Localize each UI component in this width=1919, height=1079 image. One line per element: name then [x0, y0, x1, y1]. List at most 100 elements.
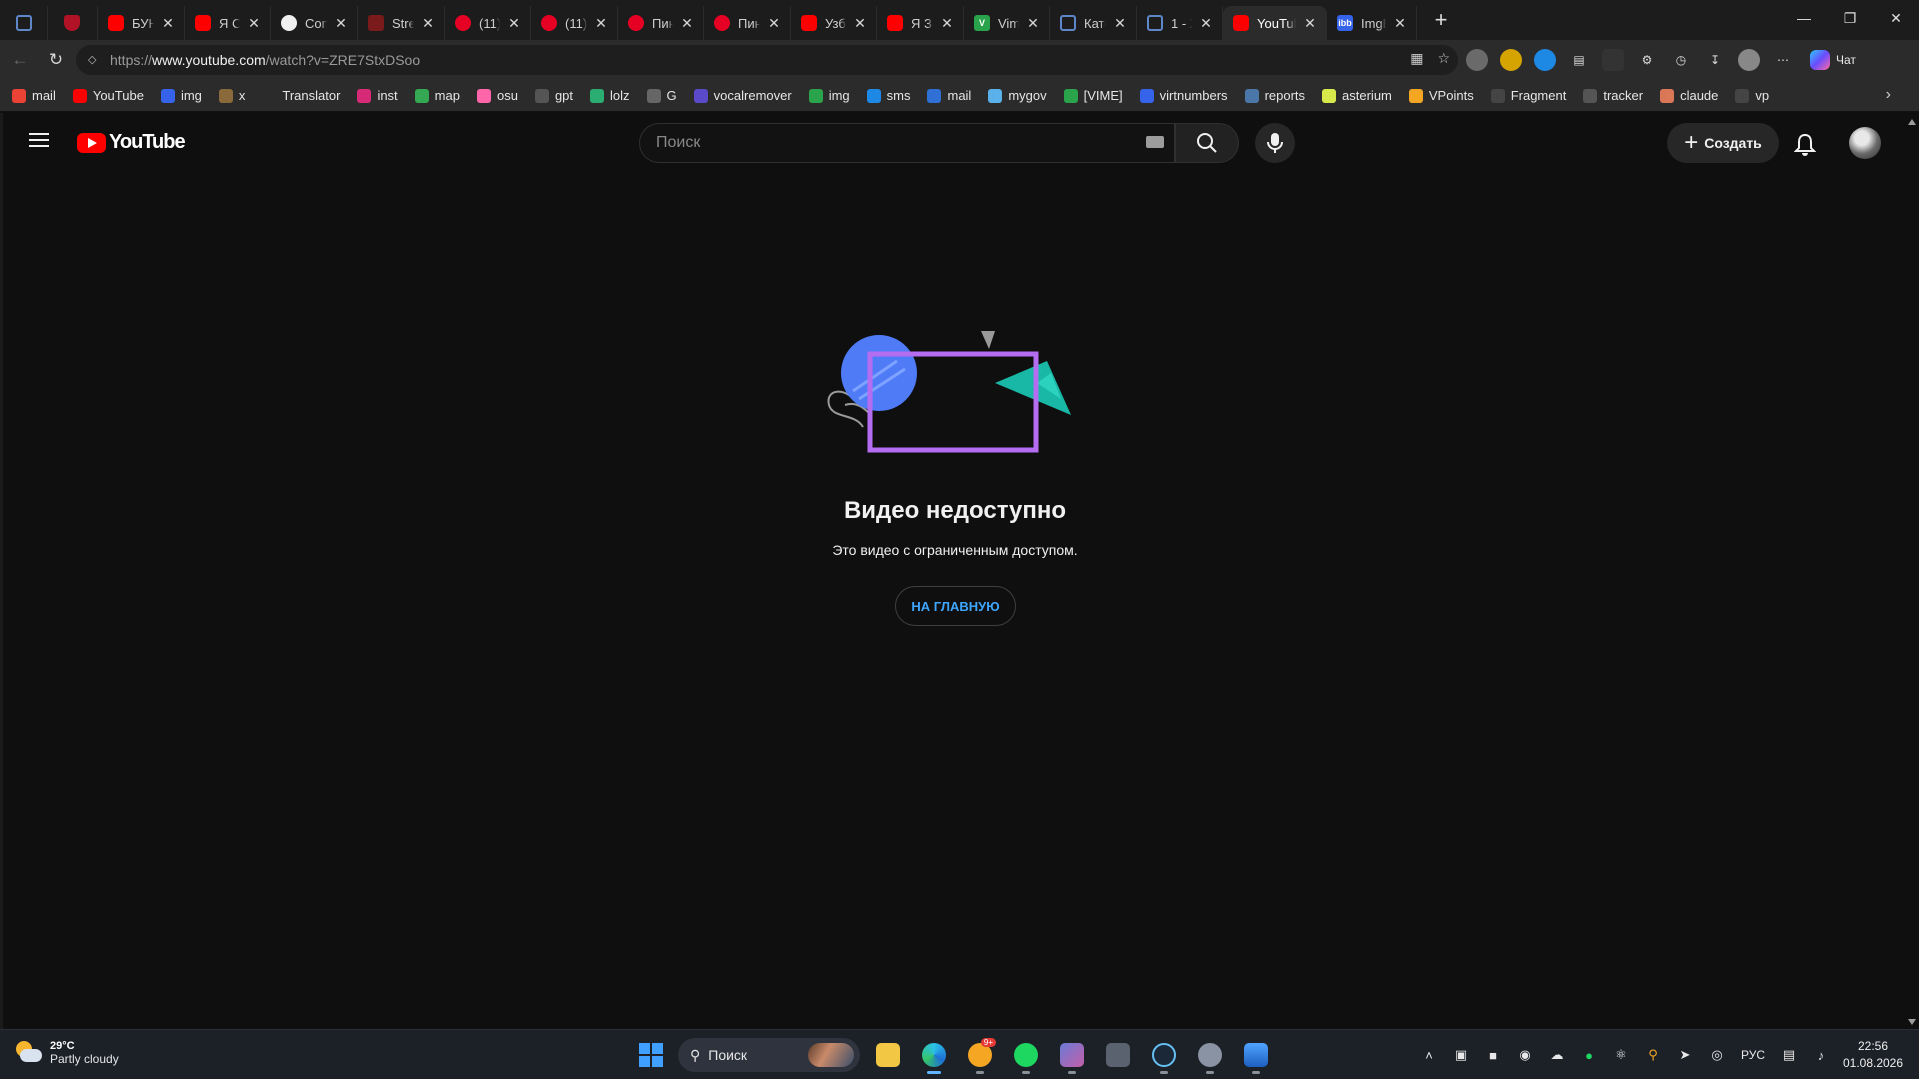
language-indicator[interactable]: РУС [1733, 1030, 1773, 1079]
page-scrollbar[interactable] [1905, 113, 1919, 1029]
onedrive-cloud-icon[interactable]: ☁ [1541, 1030, 1573, 1079]
tab-1[interactable] [48, 6, 98, 40]
bookmark-item[interactable]: mail [927, 88, 971, 103]
show-desktop-button[interactable] [1909, 1030, 1919, 1079]
close-tab-icon[interactable]: ✕ [160, 15, 176, 31]
steam-tray-icon[interactable]: ⚛ [1605, 1030, 1637, 1079]
tab-4[interactable]: Complet ✕ [271, 6, 358, 40]
tray-app-icon[interactable]: ▣ [1445, 1030, 1477, 1079]
downloads-icon[interactable]: ↧ [1704, 49, 1726, 71]
close-tab-icon[interactable]: ✕ [679, 15, 695, 31]
favorite-star-icon[interactable]: ☆ [1437, 50, 1450, 67]
tab-5[interactable]: Stream ✕ [358, 6, 445, 40]
tab-0[interactable] [0, 6, 48, 40]
tab-13[interactable]: Категор ✕ [1050, 6, 1137, 40]
bookmark-item[interactable]: map [414, 88, 460, 103]
site-info-icon[interactable]: ◇ [88, 53, 102, 67]
bookmark-item[interactable]: claude [1660, 88, 1718, 103]
close-tab-icon[interactable]: ✕ [939, 15, 955, 31]
close-window-icon[interactable]: ✕ [1873, 0, 1919, 36]
messenger-app[interactable]: 9+ [962, 1038, 998, 1074]
profile-avatar-icon[interactable] [1738, 49, 1760, 71]
tab-8[interactable]: Пин на д ✕ [618, 6, 704, 40]
bookmark-item[interactable]: vocalremover [693, 88, 792, 103]
tab-10[interactable]: Узбекск ✕ [791, 6, 877, 40]
scroll-up-icon[interactable] [1908, 119, 1916, 125]
bookmark-item[interactable]: G [646, 88, 677, 103]
close-tab-icon[interactable]: ✕ [1198, 15, 1214, 31]
tab-3[interactable]: Я СБЕЖА ✕ [185, 6, 271, 40]
bookmark-item[interactable]: sms [866, 88, 910, 103]
extension-tab-icon[interactable]: ▤ [1568, 49, 1590, 71]
tab-youtube-active[interactable]: YouTube ✕ [1223, 6, 1327, 40]
close-tab-icon[interactable]: ✕ [852, 15, 868, 31]
bookmark-item[interactable]: osu [476, 88, 518, 103]
edge-app[interactable] [916, 1038, 952, 1074]
tab-14[interactable]: 1 - Жало ✕ [1137, 6, 1223, 40]
close-tab-icon[interactable]: ✕ [1302, 15, 1318, 31]
scroll-down-icon[interactable] [1908, 1019, 1916, 1025]
clock[interactable]: 22:56 01.08.2026 [1837, 1038, 1909, 1072]
bookmark-item[interactable]: YouTube [72, 88, 144, 103]
spotify-app[interactable] [1008, 1038, 1044, 1074]
tab-11[interactable]: Я Закин ✕ [877, 6, 964, 40]
file-explorer-app[interactable] [870, 1038, 906, 1072]
bookmark-item[interactable]: Fragment [1490, 88, 1566, 103]
bookmark-item[interactable]: mygov [988, 88, 1047, 103]
settings-app[interactable] [1192, 1038, 1228, 1074]
tab-12[interactable]: V VimeTop ✕ [964, 6, 1050, 40]
discord-icon[interactable]: ◉ [1509, 1030, 1541, 1079]
bookmark-item[interactable]: img [160, 88, 202, 103]
bookmark-item[interactable]: lolz [590, 88, 630, 103]
minimize-icon[interactable]: — [1781, 0, 1827, 36]
bookmark-item[interactable]: vp [1735, 88, 1769, 103]
steam-app[interactable] [1146, 1038, 1182, 1074]
bookmark-item[interactable]: virtnumbers [1139, 88, 1228, 103]
bookmark-item[interactable]: reports [1244, 88, 1305, 103]
more-menu-icon[interactable]: ⋯ [1772, 49, 1794, 71]
extensions-puzzle-icon[interactable]: ⚙ [1636, 49, 1658, 71]
bookmark-item[interactable]: VPoints [1408, 88, 1474, 103]
bookmark-item[interactable]: tracker [1583, 88, 1643, 103]
calculator-app[interactable] [1100, 1038, 1136, 1072]
go-home-button[interactable]: НА ГЛАВНУЮ [895, 586, 1016, 626]
taskbar-search[interactable]: ⚲ Поиск [678, 1038, 860, 1072]
tab-7[interactable]: (11) Pint ✕ [531, 6, 618, 40]
url-text[interactable]: https://www.youtube.com/watch?v=ZRE7StxD… [110, 52, 420, 68]
bookmark-item[interactable]: x [218, 88, 245, 103]
network-icon[interactable]: ▤ [1773, 1030, 1805, 1079]
microphone-tray-icon[interactable]: ◎ [1701, 1030, 1733, 1079]
close-tab-icon[interactable]: ✕ [593, 15, 609, 31]
tab-9[interactable]: Пин на д ✕ [704, 6, 791, 40]
close-tab-icon[interactable]: ✕ [1392, 15, 1408, 31]
volume-icon[interactable]: ♪ [1805, 1030, 1837, 1079]
close-tab-icon[interactable]: ✕ [766, 15, 782, 31]
new-tab-button[interactable]: + [1423, 7, 1459, 33]
bookmark-item[interactable]: asterium [1322, 88, 1392, 103]
extension-blue-icon[interactable] [1534, 49, 1556, 71]
telegram-icon[interactable]: ➤ [1669, 1030, 1701, 1079]
close-tab-icon[interactable]: ✕ [1025, 15, 1041, 31]
tray-cpu-icon[interactable]: ■ [1477, 1030, 1509, 1079]
address-bar[interactable]: ◇ https://www.youtube.com/watch?v=ZRE7St… [76, 45, 1458, 75]
close-tab-icon[interactable]: ✕ [506, 15, 522, 31]
start-windows-icon[interactable] [634, 1038, 668, 1072]
close-tab-icon[interactable]: ✕ [246, 15, 262, 31]
extension-shield-icon[interactable] [1602, 49, 1624, 71]
close-tab-icon[interactable]: ✕ [420, 15, 436, 31]
reload-icon[interactable]: ↻ [40, 44, 72, 76]
restore-icon[interactable]: ❐ [1827, 0, 1873, 36]
photos-app[interactable] [1238, 1038, 1274, 1074]
key-icon[interactable]: ⚲ [1637, 1030, 1669, 1079]
tab-16[interactable]: ibb ImgBB — ✕ [1327, 6, 1417, 40]
close-tab-icon[interactable]: ✕ [1112, 15, 1128, 31]
extension-globe-icon[interactable] [1466, 49, 1488, 71]
tab-2[interactable]: БУНКЕР ✕ [98, 6, 185, 40]
bookmark-item[interactable]: [VIME] [1063, 88, 1123, 103]
bookmark-item[interactable]: inst [357, 88, 398, 103]
tab-6[interactable]: (11) Pint ✕ [445, 6, 531, 40]
app-available-icon[interactable]: ▦ [1410, 50, 1423, 67]
bookmark-item[interactable]: mail [12, 88, 56, 103]
launcher-app[interactable] [1054, 1038, 1090, 1074]
weather-widget[interactable]: 29°C Partly cloudy [14, 1040, 119, 1066]
